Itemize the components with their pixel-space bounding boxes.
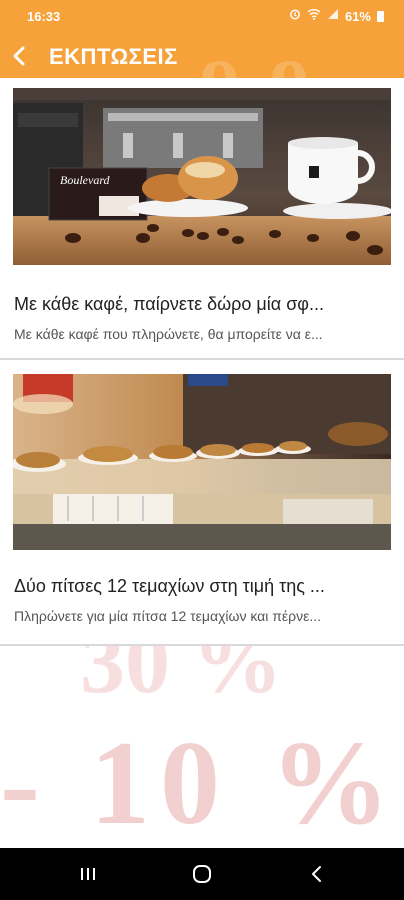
chevron-left-icon <box>13 46 25 66</box>
offer-title: Με κάθε καφέ, παίρνετε δώρο μία σφ... <box>14 294 324 314</box>
home-icon <box>193 865 211 883</box>
system-navigation-bar <box>0 848 404 900</box>
offer-card[interactable]: Δύο πίτσες 12 τεμαχίων στη τιμή της ... … <box>0 360 404 646</box>
background-main-text: - 10 % <box>0 716 400 848</box>
offer-description: Πληρώνετε για μία πίτσα 12 τεμαχίων και … <box>14 608 322 624</box>
back-icon <box>312 866 321 882</box>
signal-icon <box>327 8 339 24</box>
app-bar: 99 ΕΚΠΤΩΣΕΙΣ <box>0 33 404 78</box>
battery-percentage: 61% <box>344 8 371 24</box>
home-button[interactable] <box>182 860 222 888</box>
app-bar-background-text: 99 <box>200 43 340 78</box>
status-icons: 61% <box>289 8 384 24</box>
page-title: ΕΚΠΤΩΣΕΙΣ <box>49 44 178 69</box>
back-button[interactable] <box>4 40 36 72</box>
pizza-display-photo <box>13 374 391 550</box>
coffee-and-pastry-photo: Boulevard <box>13 88 391 265</box>
recents-button[interactable] <box>68 860 108 888</box>
alarm-icon <box>289 8 301 24</box>
offer-card[interactable]: Boulevard Με κάθε καφέ, παίρνετε δώρο μί… <box>0 78 404 362</box>
recents-icon <box>81 868 95 880</box>
status-bar: 16:33 61% <box>0 0 404 33</box>
offer-title: Δύο πίτσες 12 τεμαχίων στη τιμή της ... <box>14 576 325 596</box>
wifi-icon <box>307 8 321 24</box>
divider <box>0 644 404 646</box>
offer-description: Με κάθε καφέ που πληρώνετε, θα μπορείτε … <box>14 326 323 342</box>
nav-back-button[interactable] <box>296 860 336 888</box>
battery-icon <box>377 10 384 22</box>
status-time: 16:33 <box>27 9 61 24</box>
boulevard-logo: Boulevard <box>60 173 111 187</box>
background-decoration: 30 % - 10 % <box>0 638 404 848</box>
offers-list[interactable]: 30 % - 10 % Boulevard Με κάθε καφέ, παίρ… <box>0 78 404 848</box>
